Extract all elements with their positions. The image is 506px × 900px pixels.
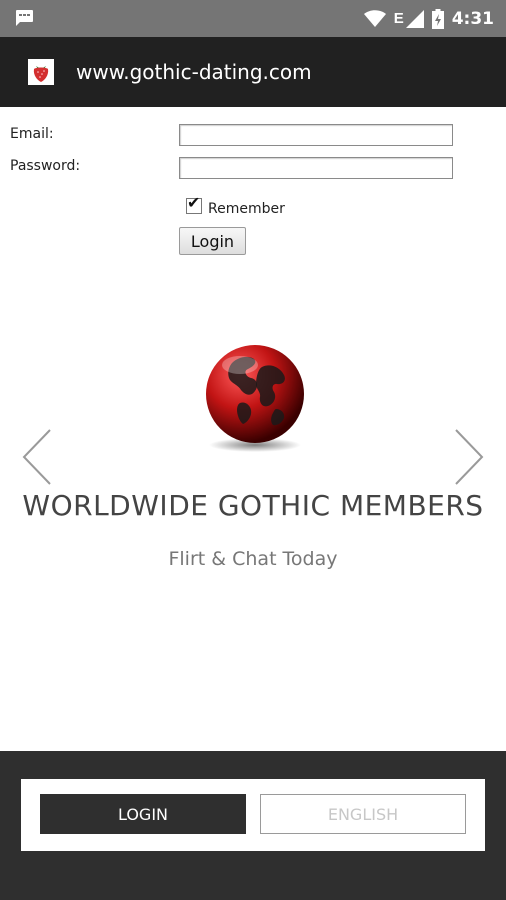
footer-button-panel: LOGIN ENGLISH <box>21 779 485 851</box>
page-url-title: www.gothic-dating.com <box>76 60 312 84</box>
email-label: Email: <box>10 126 54 142</box>
checkmark-icon: ✔ <box>187 195 201 212</box>
login-button[interactable]: LOGIN <box>40 794 246 834</box>
strawberry-icon <box>28 59 54 85</box>
login-submit-button[interactable]: Login <box>179 227 246 255</box>
remember-row: ✔ Remember <box>186 195 285 217</box>
wifi-icon <box>363 9 386 27</box>
language-button[interactable]: ENGLISH <box>260 794 466 834</box>
message-icon <box>16 10 33 26</box>
footer: LOGIN ENGLISH <box>0 751 506 900</box>
clock: 4:31 <box>451 8 494 29</box>
globe-icon <box>206 345 304 452</box>
carousel-title: WORLDWIDE GOTHIC MEMBERS <box>22 489 484 522</box>
remember-label: Remember <box>208 201 285 217</box>
network-type: E <box>393 10 404 27</box>
status-bar: E 4:31 <box>0 0 506 37</box>
chevron-right-icon[interactable] <box>452 428 486 486</box>
password-label: Password: <box>10 158 81 174</box>
chevron-left-icon[interactable] <box>20 428 54 486</box>
carousel-subtitle: Flirt & Chat Today <box>168 548 338 570</box>
app-bar: www.gothic-dating.com <box>0 37 506 107</box>
battery-icon <box>431 8 444 29</box>
password-field[interactable] <box>179 157 453 179</box>
signal-icon <box>405 9 424 28</box>
remember-checkbox[interactable]: ✔ <box>186 195 202 214</box>
email-field[interactable] <box>179 124 453 146</box>
